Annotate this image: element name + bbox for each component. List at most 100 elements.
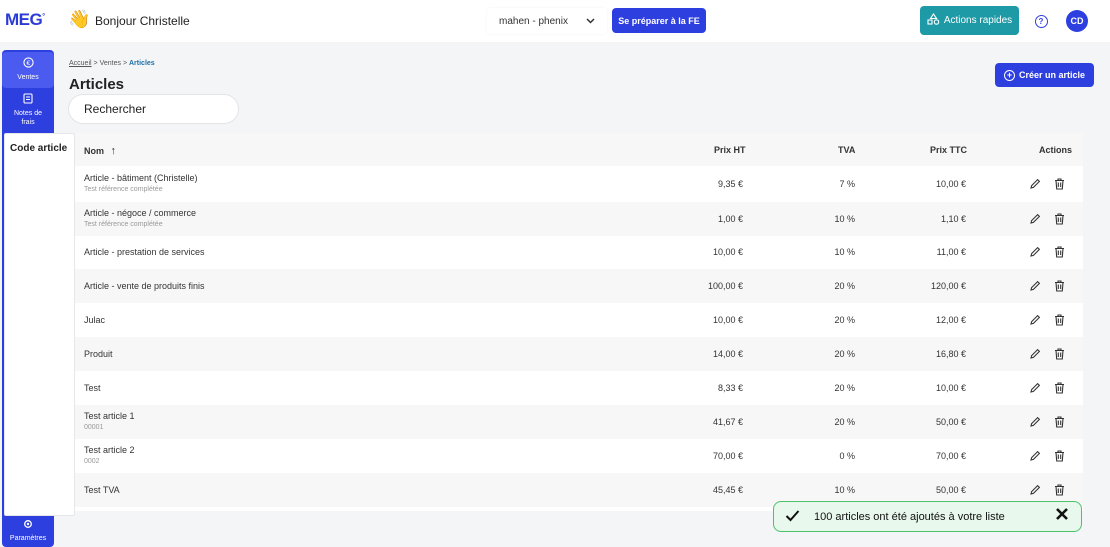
article-tva: 10 % [834,214,855,224]
table-row[interactable]: Julac 10,00 € 20 % 12,00 € [75,303,1083,337]
euro-icon: € [2,57,54,71]
article-tva: 10 % [834,485,855,495]
pencil-icon[interactable] [1029,416,1041,431]
breadcrumb-home[interactable]: Accueil [69,60,92,67]
article-tva: 10 % [834,247,855,257]
quick-actions-label: Actions rapides [943,15,1013,26]
article-tva: 20 % [834,349,855,359]
article-prix-ttc: 120,00 € [930,281,966,291]
trash-icon[interactable] [1054,246,1065,261]
top-bar: MEG° 👋 Bonjour Christelle mahen - phenix… [0,0,1110,42]
sidebar-item-parametres[interactable]: Paramètres [2,517,54,545]
help-button[interactable]: ? [1026,6,1056,36]
pencil-icon[interactable] [1029,348,1041,363]
breadcrumb-current: Articles [129,60,155,67]
company-selector[interactable]: mahen - phenix [487,8,607,34]
trash-icon[interactable] [1054,416,1065,431]
article-prix-ht: 70,00 € [712,451,743,461]
article-name: Article - bâtiment (Christelle) [84,173,198,183]
meg-logo[interactable]: MEG° [5,10,45,30]
check-icon [785,509,800,525]
article-name: Article - prestation de services [84,247,205,257]
article-prix-ht: 10,00 € [712,247,743,257]
trash-icon[interactable] [1054,348,1065,363]
article-prix-ttc: 50,00 € [935,417,966,427]
pencil-icon[interactable] [1029,280,1041,295]
pencil-icon[interactable] [1029,213,1041,228]
shapes-icon [927,13,940,28]
plus-circle-icon: + [1003,69,1015,81]
table-row[interactable]: Test 8,33 € 20 % 10,00 € [75,371,1083,405]
column-header-nom[interactable]: Nom ↑ [84,145,116,157]
chevron-down-icon [586,16,595,27]
article-prix-ttc: 1,10 € [940,214,966,224]
article-prix-ht: 41,67 € [712,417,743,427]
article-name: Test [84,383,101,393]
article-tva: 20 % [834,281,855,291]
article-reference: 0002 [84,458,100,465]
article-tva: 20 % [834,417,855,427]
code-article-label[interactable]: Code article [10,143,67,154]
help-icon: ? [1034,14,1048,28]
sidebar-item-notes-de-frais[interactable]: Notes de frais [2,90,54,130]
pencil-icon[interactable] [1029,178,1041,193]
close-icon[interactable] [1055,507,1069,525]
search-input[interactable] [68,94,239,124]
breadcrumb: Accueil > Ventes > Articles [69,60,155,67]
article-reference: Test référence complétée [84,186,163,193]
trash-icon[interactable] [1054,178,1065,193]
prepare-fe-button[interactable]: Se préparer à la FE [612,8,706,33]
article-prix-ttc: 12,00 € [935,315,966,325]
column-header-prix-ttc[interactable]: Prix TTC [930,145,967,155]
articles-table: Nom ↑ Prix HT TVA Prix TTC Actions Artic… [75,133,1083,511]
pencil-icon[interactable] [1029,246,1041,261]
table-row[interactable]: Article - prestation de services 10,00 € 1… [75,235,1083,269]
company-name: mahen - phenix [499,15,568,27]
breadcrumb-ventes[interactable]: Ventes [100,60,121,67]
trash-icon[interactable] [1054,280,1065,295]
page-title: Articles [69,76,125,93]
article-prix-ht: 14,00 € [712,349,743,359]
pencil-icon[interactable] [1029,382,1041,397]
trash-icon[interactable] [1054,484,1065,499]
code-article-panel: Code article [4,133,75,516]
greeting-text: Bonjour Christelle [95,14,190,28]
table-row[interactable]: Produit 14,00 € 20 % 16,80 € [75,337,1083,371]
article-name: Test article 1 [84,411,135,421]
article-prix-ht: 8,33 € [717,383,743,393]
article-prix-ht: 45,45 € [712,485,743,495]
pencil-icon[interactable] [1029,314,1041,329]
article-tva: 20 % [834,383,855,393]
article-name: Article - négoce / commerce [84,208,197,218]
article-name: Article - vente de produits finis [84,281,205,291]
sidebar-item-ventes[interactable]: € Ventes [2,52,54,88]
article-name: Test article 2 [84,445,135,455]
article-prix-ttc: 11,00 € [936,247,966,257]
trash-icon[interactable] [1054,213,1065,228]
article-tva: 7 % [839,179,855,189]
trash-icon[interactable] [1054,314,1065,329]
table-row[interactable]: Test article 2 0002 70,00 € 0 % 70,00 € [75,439,1083,473]
article-reference: Test référence complétée [84,221,163,228]
article-tva: 0 % [839,451,855,461]
table-row[interactable]: Article - négoce / commerce Test référenc… [75,202,1083,236]
article-prix-ttc: 70,00 € [935,451,966,461]
trash-icon[interactable] [1054,382,1065,397]
article-prix-ht: 9,35 € [717,179,743,189]
table-row[interactable]: Test article 1 00001 41,67 € 20 % 50,00 € [75,405,1083,439]
column-header-tva[interactable]: TVA [838,145,855,155]
table-row[interactable]: Article - bâtiment (Christelle) Test réfé… [75,167,1083,201]
quick-actions-button[interactable]: Actions rapides [920,6,1019,35]
table-row[interactable]: Article - vente de produits finis 100,00 … [75,269,1083,303]
trash-icon[interactable] [1054,450,1065,465]
article-tva: 20 % [834,315,855,325]
pencil-icon[interactable] [1029,450,1041,465]
article-name: Produit [84,349,113,359]
create-article-button[interactable]: + Créer un article [995,63,1094,87]
pencil-icon[interactable] [1029,484,1041,499]
waving-hand-icon: 👋 [68,9,91,29]
article-prix-ttc: 10,00 € [935,179,966,189]
avatar[interactable]: CD [1066,10,1088,32]
column-header-prix-ht[interactable]: Prix HT [714,145,746,155]
table-header: Nom ↑ Prix HT TVA Prix TTC Actions [75,133,1083,166]
